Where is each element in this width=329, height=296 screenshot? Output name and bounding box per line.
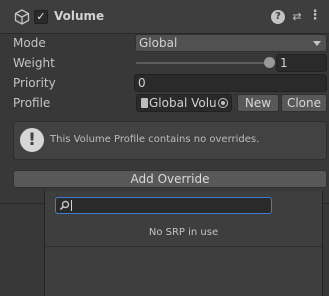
weight-label: Weight [13,56,55,70]
mode-label: Mode [13,36,46,50]
profile-label: Profile [13,96,51,110]
warning-icon: ! [20,128,44,152]
chevron-down-icon [313,41,321,46]
no-srp-message: No SRP in use [148,227,219,238]
profile-field[interactable]: Global Volu [136,94,232,112]
search-icon [59,200,70,211]
override-popup: No SRP in use [44,191,323,296]
weight-slider-track[interactable] [136,62,269,64]
weight-field[interactable]: 1 [276,54,327,72]
preset-icon[interactable]: ⇄ [290,10,304,24]
priority-field[interactable]: 0 [134,74,327,92]
help-box-text: This Volume Profile contains no override… [50,134,260,145]
text-caret [71,200,72,211]
enabled-checkbox[interactable]: ✓ [34,10,48,24]
new-button[interactable]: New [237,94,279,112]
popup-divider [45,246,322,247]
more-options-icon[interactable]: ⋮ [308,9,322,24]
priority-label: Priority [13,76,56,90]
profile-asset-icon [141,98,148,108]
component-header: ✓ Volume ? ⇄ ⋮ [0,0,329,34]
help-box: ! This Volume Profile contains no overri… [13,121,327,160]
weight-slider-thumb[interactable] [264,57,275,68]
clone-button[interactable]: Clone [281,94,327,112]
profile-value: Global Volu [149,96,217,110]
component-title: Volume [54,9,105,23]
cube-icon [14,9,30,25]
add-override-button[interactable]: Add Override [13,170,327,188]
object-picker-icon[interactable] [218,98,228,108]
mode-value: Global [139,36,178,50]
search-input[interactable] [55,197,272,214]
help-icon[interactable]: ? [271,10,285,24]
mode-dropdown[interactable]: Global [135,34,327,52]
